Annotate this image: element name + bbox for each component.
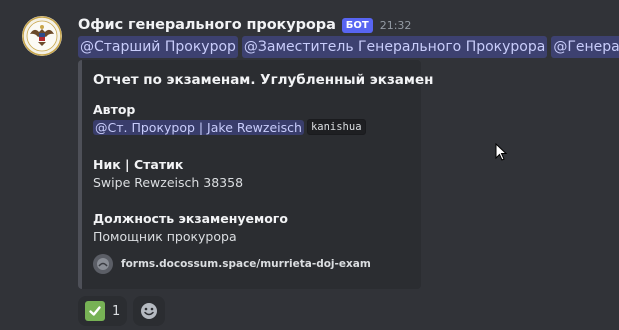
embed-card: Отчет по экзаменам. Углубленный экзамен … [78,60,433,289]
field-nick-value: Swipe Rewzeisch 38358 [93,175,244,190]
mention-prosecutor-general[interactable]: @Генеральный Прокурор [551,36,619,58]
footer-link-text: forms.docossum.space/murrieta-doj-exam [121,258,371,270]
embed-footer: forms.docossum.space/murrieta-doj-exam [93,254,371,274]
embed-title: Отчет по экзаменам. Углубленный экзамен [93,72,434,88]
field-nick-name: Ник | Статик [93,157,184,172]
author-mention[interactable]: @Ст. Прокурор | Jake Rewzeisch [93,119,304,135]
footer-avatar-icon [93,254,113,274]
field-position-value: Помощник прокурора [93,229,237,244]
add-reaction-button[interactable] [133,296,166,326]
author-code-tag: kanishua [306,119,366,135]
reactions-bar: 1 [78,296,166,326]
username[interactable]: Офис генерального прокурора [78,17,336,33]
field-position-name: Должность экзаменуемого [93,211,288,226]
bot-avatar[interactable] [22,16,62,56]
seal-icon [22,16,62,56]
mouse-cursor-icon [495,143,508,161]
white-check-mark-icon [85,301,105,321]
reaction-check[interactable]: 1 [78,296,128,326]
field-author-name: Автор [93,102,136,117]
mention-deputy-prosecutor-general[interactable]: @Заместитель Генерального Прокурора [241,36,548,58]
reaction-count: 1 [112,303,121,319]
timestamp[interactable]: 21:32 [380,19,412,32]
field-author-value: @Ст. Прокурор | Jake Rewzeisch kanishua [93,119,366,135]
message-header: Офис генерального прокурора БОТ 21:32 [78,14,411,36]
role-mentions: @Старший Прокурор @Заместитель Генерально… [78,36,619,58]
message: Офис генерального прокурора БОТ 21:32 @С… [0,0,619,330]
mention-senior-prosecutor[interactable]: @Старший Прокурор [78,36,238,58]
smiley-icon [141,303,158,319]
bot-badge: БОТ [341,17,373,33]
